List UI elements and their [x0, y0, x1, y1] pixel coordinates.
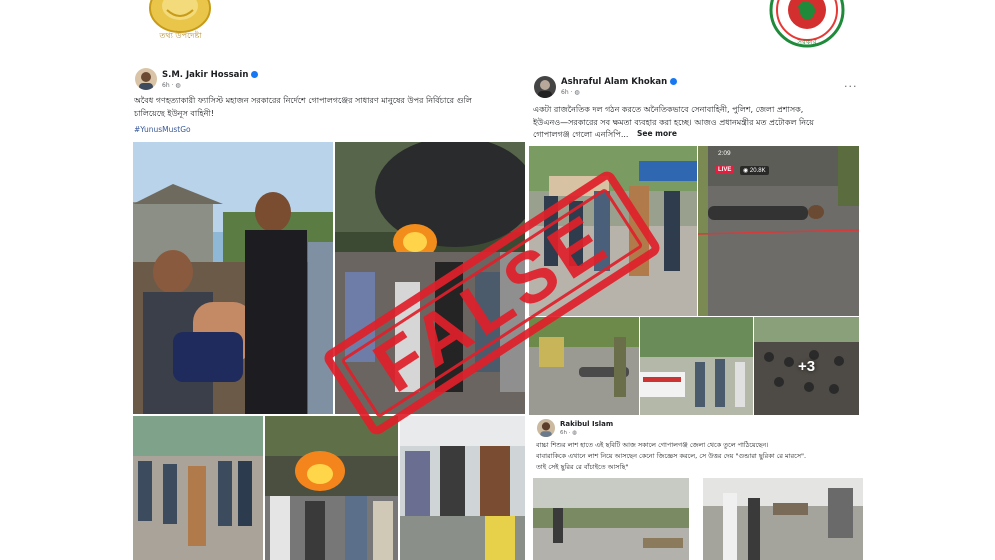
post-time: 6h · ◍: [162, 82, 181, 89]
post-time: 6h · ◍: [560, 430, 578, 436]
photo-crowd-more[interactable]: +3: [754, 317, 859, 415]
hashtag-link[interactable]: #YunusMustGo: [134, 125, 191, 134]
photo-man-carrying-child[interactable]: [133, 142, 333, 414]
post-text-line-1: অবৈধ গণহত্যাকারী ফ্যাসিস্ট মহাজন সরকারের…: [134, 96, 472, 105]
more-options-icon[interactable]: ···: [844, 80, 858, 93]
left-logo-caption: তথ্য উপদেষ্টা: [159, 31, 202, 40]
author-avatar[interactable]: [537, 419, 555, 437]
author-avatar[interactable]: [534, 76, 556, 98]
photo-man-on-street[interactable]: [703, 478, 863, 560]
post-text-line-3: তাই সেই ছুরির রে বাঁচাইতে আসছি": [536, 463, 629, 471]
live-badge: LIVE: [715, 166, 735, 174]
author-name[interactable]: S.M. Jakir Hossain: [162, 70, 259, 80]
more-photos-count: +3: [797, 357, 816, 375]
viewer-count: ◉ 20.8K: [740, 166, 769, 175]
post-text-line-1: একটা রাজনৈতিক দল গঠন করতে অনৈতিকভাবে সেন…: [533, 105, 804, 114]
author-avatar[interactable]: [135, 68, 157, 90]
post-text-line-3: গোপালগঞ্জ গেলো এনসিপি...: [533, 130, 629, 139]
verified-badge-icon: [251, 71, 259, 78]
post-text-line-1: বাচ্চা শিশুর লাশ হাতে এই ছবিটি আজ সকালে …: [536, 441, 769, 449]
photo-injured-people[interactable]: [400, 416, 525, 560]
photo-street-banner[interactable]: [640, 317, 753, 415]
right-logo-caption: সরকার: [797, 38, 817, 46]
post-text-line-2: চালিয়েছে ইউনূস বাহিনী!: [134, 109, 214, 118]
post-time: 6h · ◍: [561, 89, 580, 96]
post-text-line-2: বাবারাকিকে এখানে লাশ নিয়ে আসছেন কেনো জি…: [536, 452, 807, 460]
right-seal-logo: সরকার: [768, 0, 846, 50]
see-more-link[interactable]: See more: [637, 129, 677, 138]
photo-fire-street[interactable]: [265, 416, 398, 560]
verified-badge-icon: [670, 78, 678, 85]
photo-fallen-person[interactable]: [529, 317, 639, 415]
facebook-post-3: Rakibul Islam 6h · ◍ বাচ্চা শিশুর লাশ হা…: [533, 416, 863, 560]
video-clock: 2:09: [718, 150, 731, 157]
author-name[interactable]: Rakibul Islam: [560, 420, 613, 428]
author-name[interactable]: Ashraful Alam Khokan: [561, 77, 678, 87]
photo-street-scene[interactable]: [533, 478, 689, 560]
left-seal-logo: তথ্য উপদেষ্টা: [143, 0, 218, 46]
photo-live-body-on-road[interactable]: 2:09 LIVE ◉ 20.8K: [698, 146, 859, 316]
photo-security-forces[interactable]: [133, 416, 263, 560]
